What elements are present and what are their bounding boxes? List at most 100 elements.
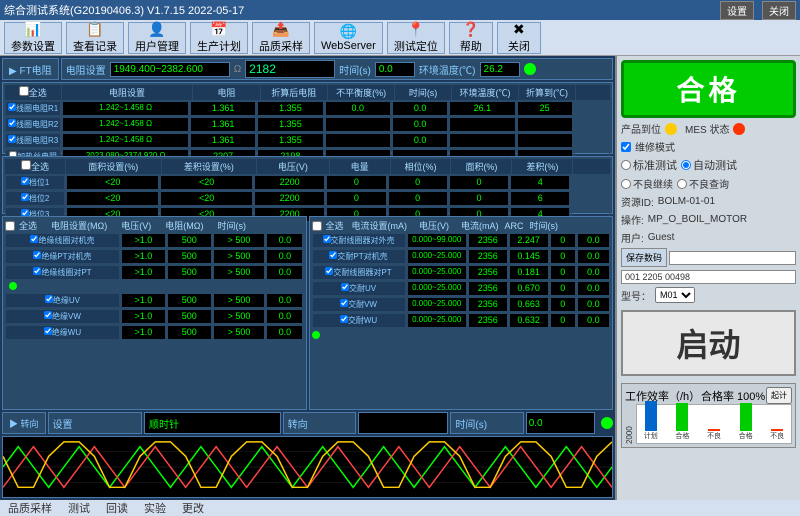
toolbar-btn-WebServer[interactable]: 🌐WebServer [314,22,383,54]
mes-indicator [733,123,745,135]
rotation-label: 转向 [288,416,308,431]
repair-mode-checkbox[interactable] [621,142,631,152]
chart-y-label: 2000 [625,404,634,444]
toolbar-btn-生产计划[interactable]: 📅生产计划 [190,22,248,54]
ac-row: 交耐UV 0.000~25.000 2356 0.670 0 0.0 [312,281,611,296]
pass-badge: 合格 [621,60,796,118]
left-panel: ▶ FT电阻 电阻设置 1949.400~2382.600 Ω 2182 时间(… [0,56,615,500]
bad-query-radio[interactable] [677,179,687,189]
toolbar-icon: 📋 [86,21,103,38]
operation-value: MP_O_BOIL_MOTOR [648,214,747,225]
resource-label: 资源ID: [621,194,654,209]
main-area: ▶ FT电阻 电阻设置 1949.400~2382.600 Ω 2182 时间(… [0,56,800,500]
bar-pass2 [740,403,752,431]
save-button[interactable]: 保存数码 [621,248,667,267]
resistance-value: 2182 [245,60,335,78]
toolbar-icon: ❓ [462,21,479,38]
toolbar-icon: 🌐 [340,23,357,40]
toolbar-icon: 📍 [407,21,424,38]
bar-col-4: 合格 [734,403,758,441]
toolbar-btn-关闭[interactable]: ✖关闭 [497,22,541,54]
bottom-item[interactable]: 实验 [140,500,170,516]
ins-row: 绝缘PT对机壳 >1.0 500 > 500 0.0 [5,249,304,264]
bottom-item[interactable]: 回读 [102,500,132,516]
toolbar-icon: 📅 [210,21,227,38]
standard-test-radio[interactable] [621,160,631,170]
ac-grid: 全选 电流设置(mA) 电压(V) 电流(mA) ARC 时间(s) 交耐线圈器… [309,216,614,410]
bar-pass [676,403,688,431]
rot-time-label: 时间(s) [455,416,487,431]
ac-row: 交耐WU 0.000~25.000 2356 0.632 0 0.0 [312,313,611,328]
ac-row: 交耐线圈器对外壳 0.000~99.000 2356 2.247 0 0.0 [312,233,611,248]
ft-indicator [524,63,536,75]
app-title: 综合测试系统(G20190406.3) V1.7.15 2022-05-17 [4,2,244,18]
ins-indicator [9,282,17,290]
ins-row: 绝缘UV >1.0 500 > 500 0.0 [5,293,304,308]
bottom-item[interactable]: 品质采样 [4,500,56,516]
ac-select-all[interactable] [312,221,322,231]
start-button[interactable]: 启动 [621,310,796,376]
bad-continue-radio[interactable] [621,179,631,189]
resistance-range: 1949.400~2382.600 [110,62,230,77]
barcode-extra: 001 2205 00498 [621,270,796,284]
ac-row: 交耐线圈器对PT 0.000~25.000 2356 0.181 0 0.0 [312,265,611,280]
settings-button[interactable]: 设置 [720,1,754,20]
model-label: 型号： [621,288,651,303]
bottom-item[interactable]: 测试 [64,500,94,516]
ins-row: 绝缘线圈对PT >1.0 500 > 500 0.0 [5,265,304,280]
qualified-rate: 合格率 100% [701,388,765,404]
insulation-grid: 全选 电阻设置(MΩ) 电压(V) 电阻(MΩ) 时间(s) 绝缘线圈对机壳 >… [2,216,307,410]
toolbar: 📊参数设置📋查看记录👤用户管理📅生产计划📤品质采样🌐WebServer📍测试定位… [0,20,800,56]
area-row: 档位2 <20 <20 2200 0 0 0 6 [5,191,610,206]
area-select-all[interactable] [21,160,31,170]
area-grid: 全选 面积设置(%) 差积设置(%) 电压(V) 电量 相位(%) 面积(%) … [2,156,613,214]
resistance-row: 线圈电阻R3 1.242~1.458 Ω 1.361 1.355 0.0 [5,133,610,148]
bar-col-2: 合格 [671,403,695,441]
bottom-item[interactable]: 更改 [178,500,208,516]
mes-label: MES 状态 [685,121,729,136]
rot-time-value: 0.0 [529,418,543,429]
resistance-row: 线圈电阻R2 1.242~1.458 Ω 1.361 1.355 0.0 [5,117,610,132]
bar-label-4: 合格 [739,431,753,441]
auto-test-radio[interactable] [681,160,691,170]
operation-label: 操作: [621,212,644,227]
toolbar-btn-查看记录[interactable]: 📋查看记录 [66,22,124,54]
bar-chart: 计划 合格 不良 合格 [636,404,792,444]
resistance-select-all[interactable] [19,86,29,96]
toolbar-btn-用户管理[interactable]: 👤用户管理 [128,22,186,54]
ft-label: ▶ FT电阻 [9,62,52,77]
model-select[interactable]: M01 M02 [655,287,695,303]
rotation-setting: 顺时针 [149,416,179,431]
bar-label-3: 不良 [707,431,721,441]
toolbar-icon: ✖ [513,21,525,38]
ac-indicator [312,331,320,339]
toolbar-btn-帮助[interactable]: ❓帮助 [449,22,493,54]
resistance-grid: 全选 电阻设置 电阻 折算后电阻 不平衡度(%) 时间(s) 环境温度(℃) 折… [2,82,613,154]
bar-col-3: 不良 [702,429,726,441]
efficiency-section: 工作效率（/h） 合格率 100% 起计 2000 计划 合格 [621,383,796,448]
bar-col-5: 不良 [765,429,789,441]
bar-col-1: 计划 [639,401,663,441]
title-bar: 综合测试系统(G20190406.3) V1.7.15 2022-05-17 设… [0,0,800,20]
waveform-display [2,436,613,498]
close-button[interactable]: 关闭 [762,1,796,20]
repair-mode-label: 维修模式 [635,139,675,154]
toolbar-icon: 📤 [272,21,289,38]
toolbar-btn-测试定位[interactable]: 📍测试定位 [387,22,445,54]
ins-select-all[interactable] [5,221,15,231]
toolbar-icon: 👤 [148,21,165,38]
time-value: 0.0 [375,62,415,77]
bar-label-2: 合格 [675,431,689,441]
stat-button[interactable]: 起计 [766,387,792,404]
temp-label: 环境温度(℃) [419,62,476,77]
toolbar-btn-参数设置[interactable]: 📊参数设置 [4,22,62,54]
toolbar-btn-品质采样[interactable]: 📤品质采样 [252,22,310,54]
ac-row: 交耐VW 0.000~25.000 2356 0.663 0 0.0 [312,297,611,312]
resistance-row: 线圈电阻R1 1.242~1.458 Ω 1.361 1.355 0.0 0.0… [5,101,610,116]
user-label: 用户: [621,230,644,245]
efficiency-title: 工作效率（/h） [625,388,700,404]
barcode-input[interactable] [669,251,796,265]
bar-label-5: 不良 [770,431,784,441]
ins-row: 绝缘VW >1.0 500 > 500 0.0 [5,309,304,324]
bar-label-1: 计划 [644,431,658,441]
